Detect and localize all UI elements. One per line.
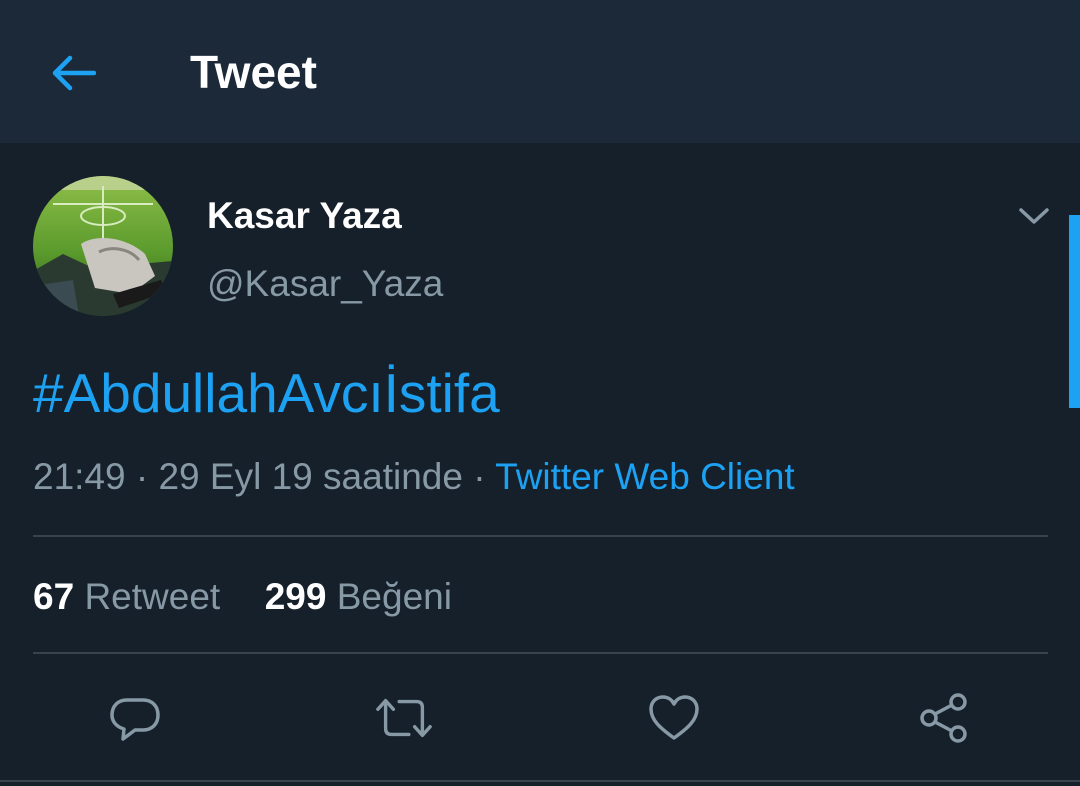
reply-button[interactable] [105,688,165,748]
top-app-bar: Tweet [0,0,1080,143]
heart-icon [649,695,699,740]
tweet-date: 29 Eyl 19 saatinde [158,456,463,497]
tweet-hashtag[interactable]: #AbdullahAvcıİstifa [33,358,500,428]
reply-icon [110,698,160,741]
back-button[interactable] [46,46,100,100]
retweet-button[interactable] [374,688,434,748]
avatar-image [33,176,173,316]
meta-separator: · [135,456,149,497]
tweet-stats: 67 Retweet 299 Beğeni [33,574,452,620]
meta-separator: · [473,456,486,497]
share-icon [920,693,967,743]
arrow-left-icon [52,55,96,91]
retweet-icon [376,698,432,738]
author-handle[interactable]: @Kasar_Yaza [207,262,443,306]
likes-stat[interactable]: 299 Beğeni [265,576,452,617]
likes-count: 299 [264,576,327,617]
divider [33,535,1048,537]
retweets-stat[interactable]: 67 Retweet [33,576,220,617]
page-title: Tweet [190,46,317,98]
retweets-count: 67 [33,576,75,617]
tweet-meta: 21:49 · 29 Eyl 19 saatinde · Twitter Web… [33,453,795,501]
avatar[interactable] [33,176,173,316]
like-button[interactable] [644,688,704,748]
retweets-label: Retweet [84,576,221,617]
divider [33,652,1048,654]
tweet-source-link[interactable]: Twitter Web Client [495,456,795,497]
likes-label: Beğeni [336,576,452,617]
divider [0,780,1080,782]
tweet-time: 21:49 [33,456,126,497]
tweet-options-button[interactable] [1012,194,1056,238]
scrollbar[interactable] [1069,215,1080,408]
share-button[interactable] [914,688,974,748]
chevron-down-icon [1019,208,1049,224]
author-display-name[interactable]: Kasar Yaza [207,194,402,238]
